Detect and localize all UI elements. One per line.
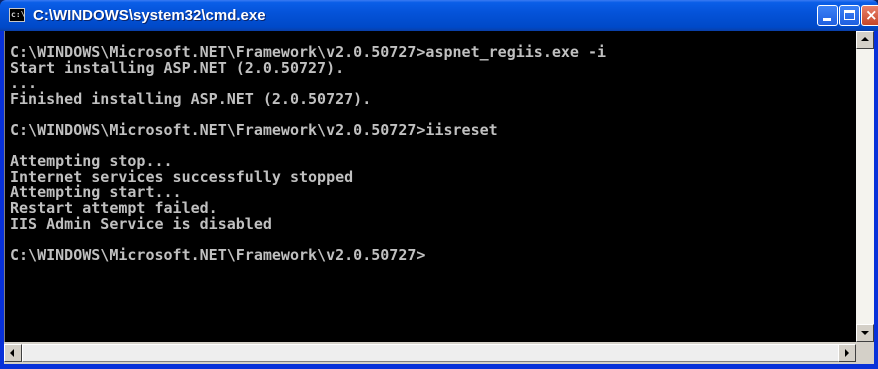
- horizontal-scroll-thumb[interactable]: [22, 344, 840, 362]
- minimize-button[interactable]: [817, 5, 838, 26]
- scroll-left-button[interactable]: [4, 344, 22, 362]
- console-line: Start installing ASP.NET (2.0.50727).: [10, 58, 345, 77]
- console-line: IIS Admin Service is disabled: [10, 214, 272, 233]
- arrow-left-icon: [10, 349, 14, 357]
- scroll-down-button[interactable]: [856, 324, 874, 342]
- cmd-window: c:\ C:\WINDOWS\system32\cmd.exe × C:\WIN…: [0, 0, 878, 369]
- scroll-up-button[interactable]: [856, 31, 874, 49]
- cmd-icon[interactable]: c:\: [9, 8, 25, 22]
- maximize-icon: [844, 10, 855, 20]
- console-output-area[interactable]: C:\WINDOWS\Microsoft.NET\Framework\v2.0.…: [4, 31, 856, 342]
- scrollbar-corner: [856, 342, 874, 364]
- close-icon: ×: [865, 6, 878, 24]
- minimize-icon: [823, 18, 831, 21]
- window-frame-bottom: [0, 364, 878, 369]
- console-line: C:\WINDOWS\Microsoft.NET\Framework\v2.0.…: [10, 245, 426, 264]
- scroll-right-button[interactable]: [838, 344, 856, 362]
- title-bar[interactable]: c:\ C:\WINDOWS\system32\cmd.exe ×: [0, 0, 878, 31]
- window-frame-right: [874, 31, 878, 364]
- vertical-scrollbar[interactable]: [856, 31, 874, 342]
- arrow-down-icon: [861, 331, 869, 335]
- arrow-right-icon: [845, 349, 849, 357]
- horizontal-scrollbar[interactable]: [4, 342, 856, 364]
- close-button[interactable]: ×: [861, 5, 878, 26]
- console-line: Finished installing ASP.NET (2.0.50727).: [10, 89, 372, 108]
- arrow-up-icon: [861, 37, 869, 41]
- maximize-button[interactable]: [839, 5, 860, 26]
- console-text: C:\WINDOWS\Microsoft.NET\Framework\v2.0.…: [10, 44, 606, 264]
- console-line: C:\WINDOWS\Microsoft.NET\Framework\v2.0.…: [10, 120, 498, 139]
- window-title: C:\WINDOWS\system32\cmd.exe: [33, 7, 266, 24]
